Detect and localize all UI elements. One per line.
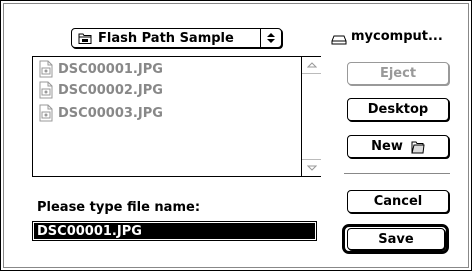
filename-input[interactable]: DSC00001.JPG [32,221,317,241]
new-folder-icon [411,139,425,155]
up-down-arrows-icon [261,29,281,47]
file-name: DSC00003.JPG [58,105,163,121]
volume-name: mycomput... [351,29,443,44]
save-button[interactable]: Save [347,228,445,250]
desktop-button[interactable]: Desktop [347,98,449,121]
file-list[interactable]: DSC00001.JPG DSC00002.JPG DSC00003.JPG [32,56,321,177]
new-folder-label: New [371,139,403,154]
divider [344,173,450,174]
volume-label: mycomput... [331,29,443,44]
folder-popup-menu[interactable]: Flash Path Sample [71,28,282,48]
list-item[interactable]: DSC00002.JPG [38,80,163,100]
folder-popup-label: Flash Path Sample [98,30,234,46]
scroll-down-arrow-icon[interactable] [302,159,321,176]
scroll-up-arrow-icon[interactable] [302,57,321,74]
disk-icon [331,34,347,44]
new-folder-button[interactable]: New [347,135,449,158]
cancel-button[interactable]: Cancel [347,190,449,213]
file-list-items: DSC00001.JPG DSC00002.JPG DSC00003.JPG [33,57,301,176]
save-dialog: Flash Path Sample mycomput... DSC00001.J… [0,0,472,271]
eject-button[interactable]: Eject [347,62,449,85]
file-icon [38,60,54,78]
filename-prompt: Please type file name: [37,200,201,215]
list-item[interactable]: DSC00001.JPG [38,59,163,79]
vertical-scrollbar[interactable] [301,57,321,176]
file-name: DSC00001.JPG [58,61,163,77]
file-name: DSC00002.JPG [58,82,163,98]
file-icon [38,81,54,99]
list-item[interactable]: DSC00003.JPG [38,103,163,123]
file-icon [38,104,54,122]
folder-icon [78,31,92,45]
